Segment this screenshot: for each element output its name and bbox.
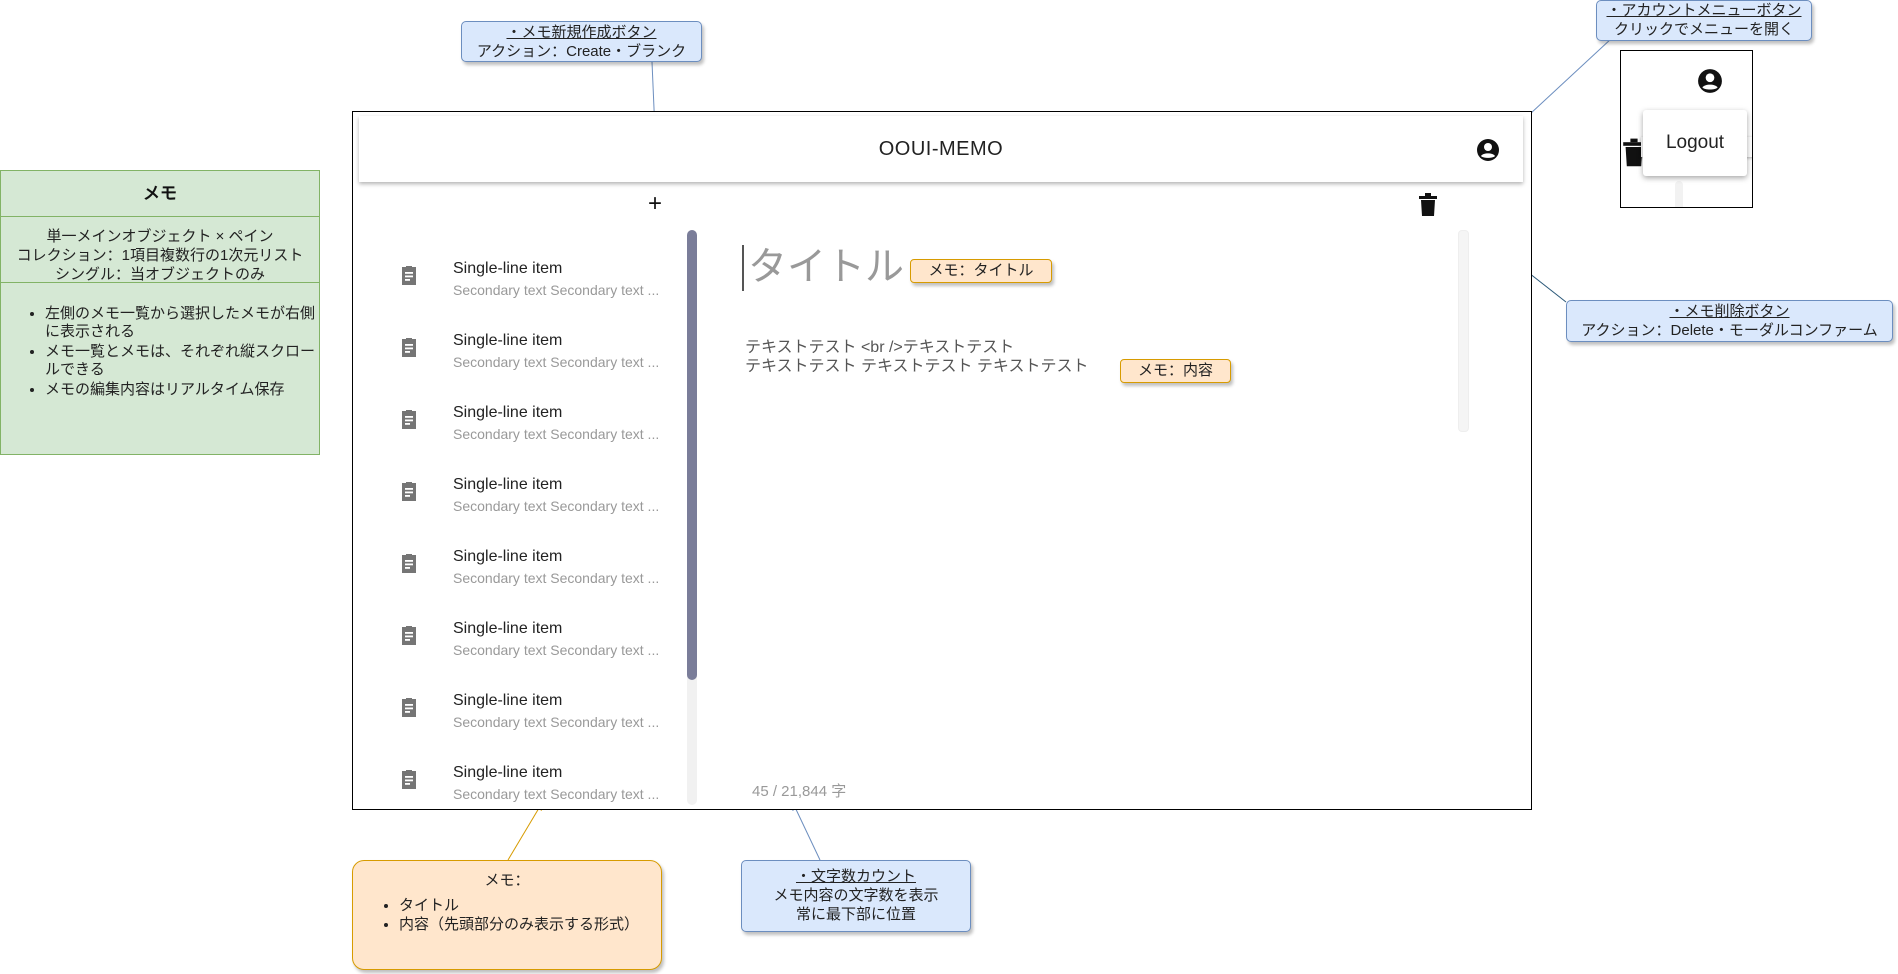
list-item-title: Single-line item bbox=[453, 692, 563, 709]
list-item[interactable]: Single-line item Secondary text Secondar… bbox=[397, 322, 697, 382]
memo-title-input[interactable]: タイトル bbox=[742, 245, 904, 291]
callout-desc: アクション：Delete・モーダルコンファーム bbox=[1581, 322, 1878, 339]
list-item-preview: Secondary text Secondary text ... bbox=[453, 786, 660, 802]
callout-account-menu: ・アカウントメニューボタン クリックでメニューを開く bbox=[1596, 0, 1812, 41]
spec-line: コレクション：1項目複数行の1次元リスト bbox=[16, 247, 304, 264]
list-item-title: Single-line item bbox=[453, 404, 563, 421]
list-item-preview: Secondary text Secondary text ... bbox=[453, 354, 660, 370]
callout-delete-memo: ・メモ削除ボタン アクション：Delete・モーダルコンファーム bbox=[1566, 300, 1893, 342]
callout-title: メモ： bbox=[484, 872, 530, 889]
list-item-preview: Secondary text Secondary text ... bbox=[453, 642, 660, 658]
spec-line: シングル：当オブジェクトのみ bbox=[54, 266, 265, 283]
list-item-title: Single-line item bbox=[453, 764, 563, 781]
account-circle-icon[interactable] bbox=[1697, 68, 1723, 94]
callout-title: ・メモ削除ボタン bbox=[1669, 303, 1790, 320]
callout-char-count: ・文字数カウント メモ内容の文字数を表示 常に最下部に位置 bbox=[741, 860, 971, 932]
callout-title: ・文字数カウント bbox=[795, 868, 916, 885]
clipboard-icon bbox=[402, 410, 416, 429]
char-count: 45 / 21,844 字 bbox=[752, 783, 847, 800]
clipboard-icon bbox=[402, 338, 416, 357]
list-item-preview: Secondary text Secondary text ... bbox=[453, 570, 660, 586]
spec-bullets: 左側のメモ一覧から選択したメモが右側に表示される メモ一覧とメモは、それぞれ縦ス… bbox=[1, 283, 319, 399]
callout-bullet: 内容（先頭部分のみ表示する形式） bbox=[399, 915, 661, 934]
spec-line: 単一メインオブジェクト × ペイン bbox=[46, 228, 274, 245]
spec-bullet: メモの編集内容はリアルタイム保存 bbox=[45, 381, 315, 399]
list-item-title: Single-line item bbox=[453, 260, 563, 277]
callout-memo-item: メモ： タイトル 内容（先頭部分のみ表示する形式） bbox=[352, 860, 662, 970]
add-memo-button[interactable]: + bbox=[648, 192, 662, 216]
account-circle-icon[interactable] bbox=[1476, 138, 1500, 162]
list-item-title: Single-line item bbox=[453, 476, 563, 493]
callout-bullet: タイトル bbox=[399, 896, 661, 915]
memo-scrollbar-track[interactable] bbox=[1458, 230, 1469, 432]
callout-desc: メモ内容の文字数を表示 bbox=[773, 887, 939, 904]
callout-desc: クリックでメニューを開く bbox=[1613, 21, 1794, 38]
spec-bullet: メモ一覧とメモは、それぞれ縦スクロールできる bbox=[45, 343, 315, 379]
arrow-char-count bbox=[792, 802, 821, 861]
app-bar: OOUI-MEMO bbox=[359, 116, 1523, 182]
callout-desc: 常に最下部に位置 bbox=[795, 906, 916, 923]
list-scrollbar-thumb[interactable] bbox=[687, 230, 697, 680]
scrollbar-fragment bbox=[1675, 181, 1683, 207]
memo-body-line: テキストテスト テキストテスト テキストテスト bbox=[745, 358, 1089, 375]
list-item[interactable]: Single-line item Secondary text Secondar… bbox=[397, 754, 697, 814]
spec-title: メモ bbox=[1, 171, 319, 217]
memo-spec-box: メモ 単一メインオブジェクト × ペイン コレクション：1項目複数行の1次元リス… bbox=[0, 170, 320, 455]
list-item-preview: Secondary text Secondary text ... bbox=[453, 714, 660, 730]
list-item-preview: Secondary text Secondary text ... bbox=[453, 498, 660, 514]
callout-new-memo: ・メモ新規作成ボタン アクション：Create・ブランク bbox=[461, 21, 702, 62]
callout-title: ・メモ新規作成ボタン bbox=[506, 24, 657, 41]
list-item-preview: Secondary text Secondary text ... bbox=[453, 282, 660, 298]
list-item[interactable]: Single-line item Secondary text Secondar… bbox=[397, 250, 697, 310]
spec-bullet: 左側のメモ一覧から選択したメモが右側に表示される bbox=[45, 305, 315, 341]
clipboard-icon bbox=[402, 626, 416, 645]
list-item-title: Single-line item bbox=[453, 332, 563, 349]
memo-body-textarea[interactable]: テキストテスト <br />テキストテスト テキストテスト テキストテスト テキ… bbox=[745, 338, 1088, 376]
callout-title: ・アカウントメニューボタン bbox=[1606, 2, 1802, 19]
list-item[interactable]: Single-line item Secondary text Secondar… bbox=[397, 466, 697, 526]
list-item[interactable]: Single-line item Secondary text Secondar… bbox=[397, 610, 697, 670]
list-item[interactable]: Single-line item Secondary text Secondar… bbox=[397, 538, 697, 598]
trash-icon[interactable] bbox=[1418, 193, 1438, 217]
clipboard-icon bbox=[402, 266, 416, 285]
tag-memo-content: メモ：内容 bbox=[1120, 359, 1231, 383]
memo-body-line: テキストテスト <br />テキストテスト bbox=[745, 339, 1015, 356]
list-item-title: Single-line item bbox=[453, 548, 563, 565]
list-item[interactable]: Single-line item Secondary text Secondar… bbox=[397, 394, 697, 454]
spec-lines: 単一メインオブジェクト × ペイン コレクション：1項目複数行の1次元リスト シ… bbox=[1, 217, 319, 283]
logout-menu-item[interactable]: Logout bbox=[1643, 110, 1747, 176]
list-item-title: Single-line item bbox=[453, 620, 563, 637]
account-menu: Logout bbox=[1643, 110, 1747, 176]
clipboard-icon bbox=[402, 554, 416, 573]
tag-memo-title: メモ：タイトル bbox=[910, 259, 1052, 283]
callout-bullets: タイトル 内容（先頭部分のみ表示する形式） bbox=[353, 896, 661, 934]
clipboard-icon bbox=[402, 698, 416, 717]
callout-desc: アクション：Create・ブランク bbox=[476, 43, 687, 60]
clipboard-icon bbox=[402, 770, 416, 789]
clipboard-icon bbox=[402, 482, 416, 501]
list-item-preview: Secondary text Secondary text ... bbox=[453, 426, 660, 442]
list-item[interactable]: Single-line item Secondary text Secondar… bbox=[397, 682, 697, 742]
app-title: OOUI-MEMO bbox=[878, 138, 1004, 160]
